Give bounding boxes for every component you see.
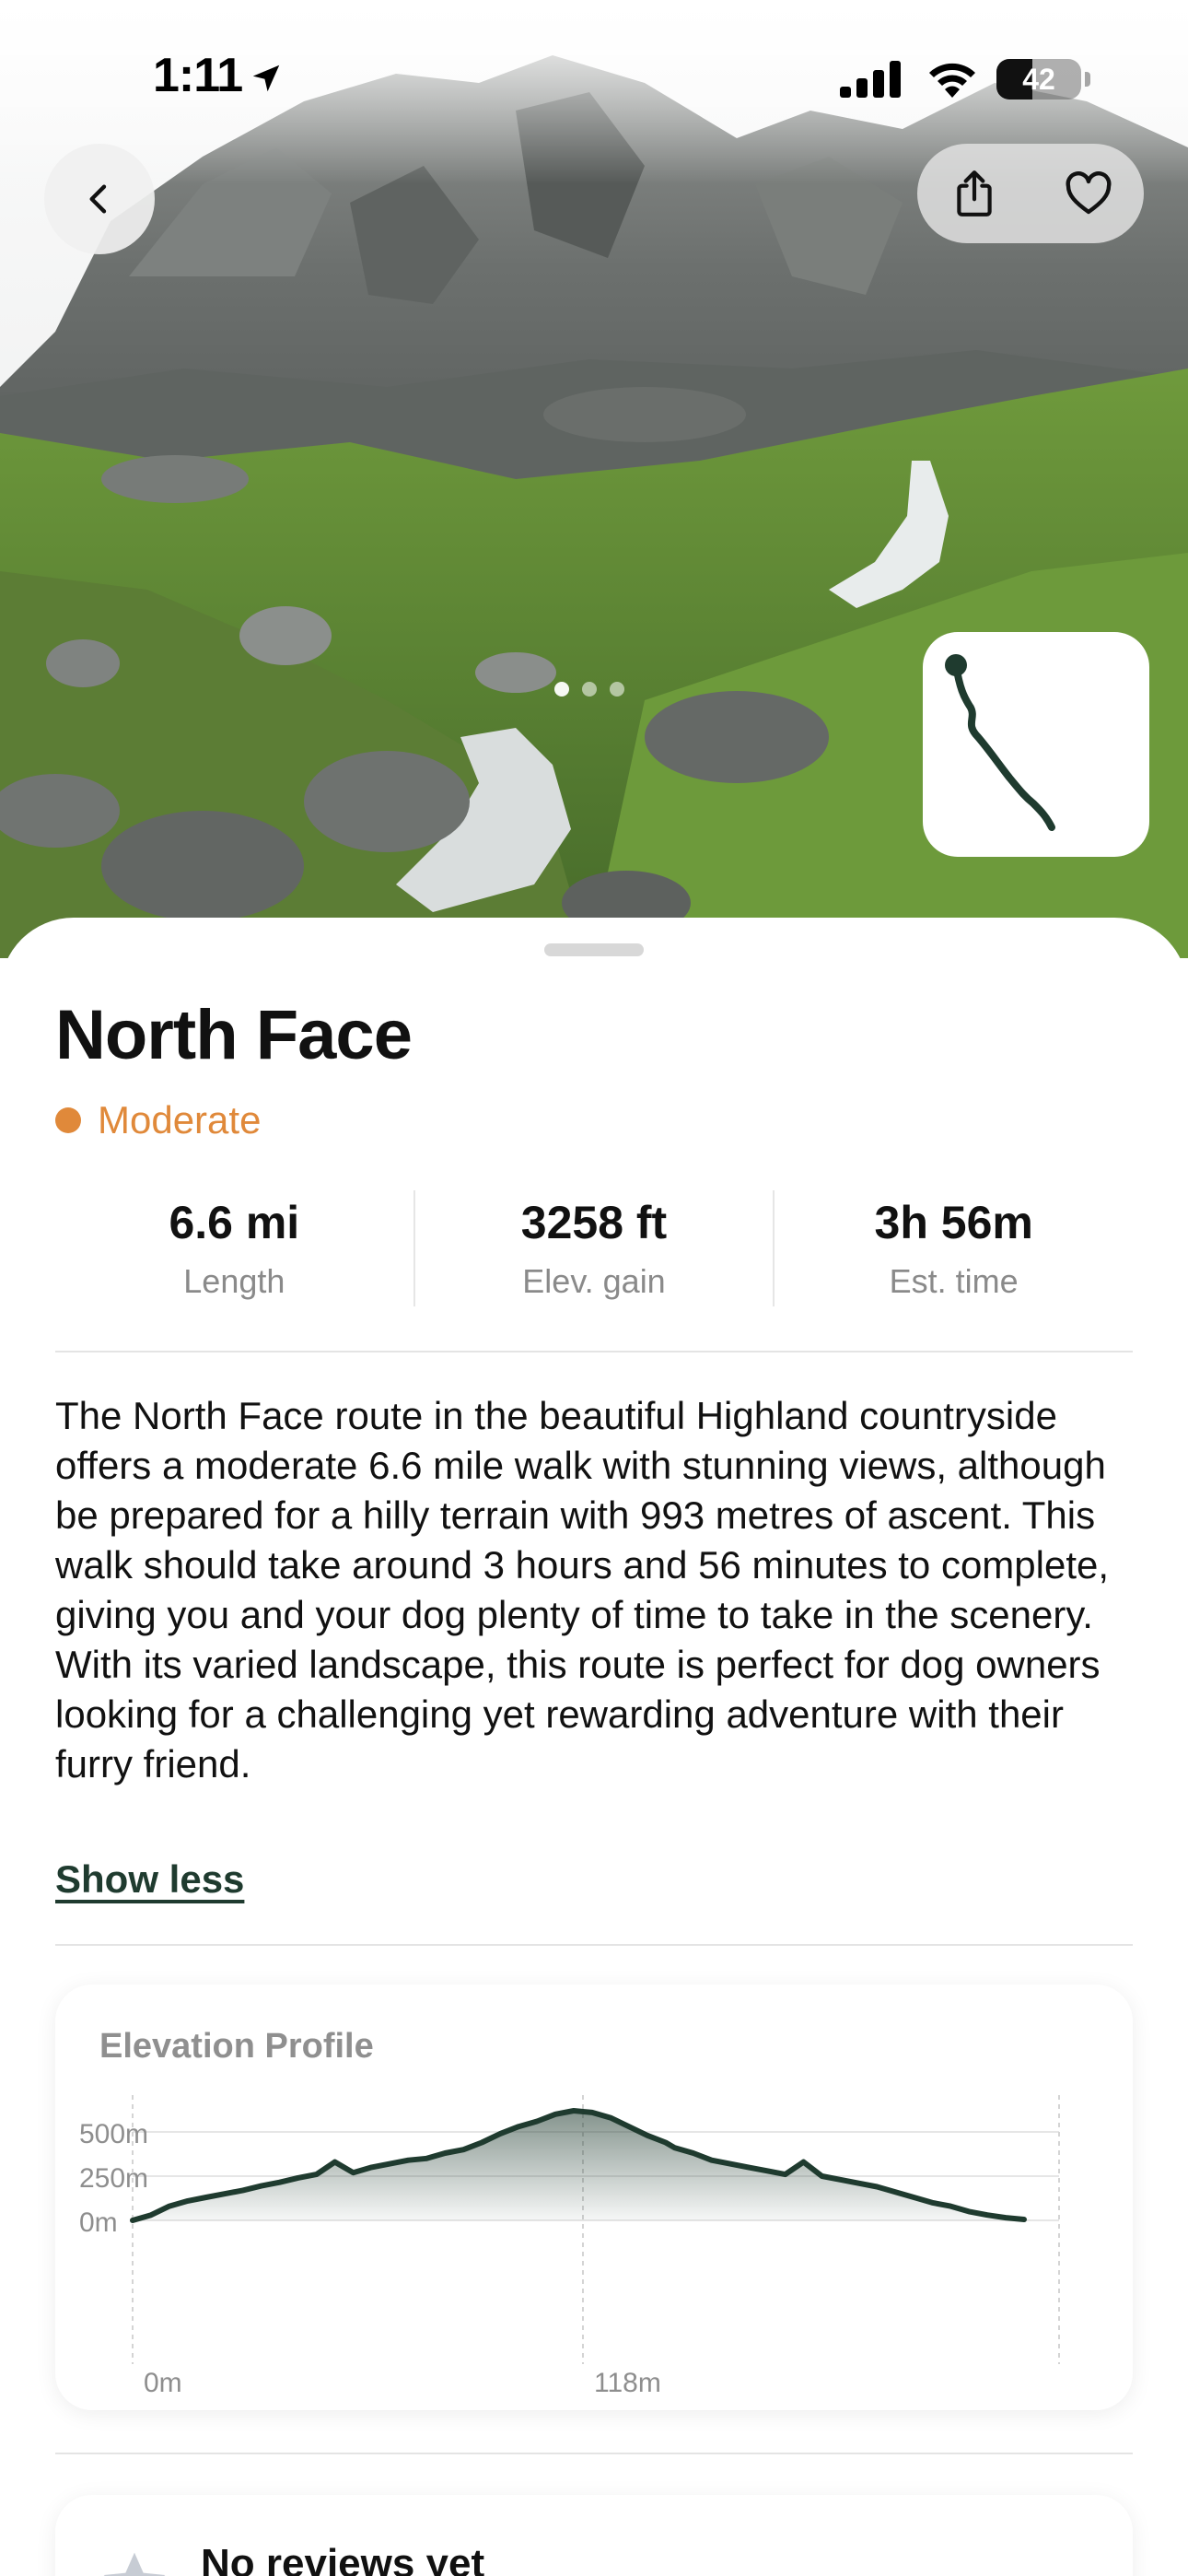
battery-level: 42 xyxy=(1022,62,1055,96)
show-less-link[interactable]: Show less xyxy=(55,1857,244,1902)
sheet-grabber[interactable] xyxy=(544,943,644,956)
wifi-icon xyxy=(929,63,975,98)
divider xyxy=(55,1351,1133,1352)
x-tick-label: 118m xyxy=(594,2368,661,2398)
stat-value: 3258 ft xyxy=(520,1197,668,1248)
divider xyxy=(55,1944,1133,1946)
stat-length: 6.6 mi Length xyxy=(55,1190,415,1306)
gallery-dot[interactable] xyxy=(554,682,569,697)
battery-icon: 42 xyxy=(996,59,1081,100)
y-tick-label: 0m xyxy=(79,2207,118,2238)
stat-label: Length xyxy=(183,1262,285,1300)
elevation-profile-card[interactable]: Elevation Profile 500m 250m 0m 0m 118m xyxy=(55,1985,1133,2410)
stat-elevation-gain: 3258 ft Elev. gain xyxy=(415,1190,775,1306)
route-title: North Face xyxy=(55,996,413,1074)
stat-label: Elev. gain xyxy=(522,1262,666,1300)
star-icon xyxy=(103,2552,166,2576)
elevation-area xyxy=(133,2111,1033,2220)
stat-value: 6.6 mi xyxy=(169,1197,300,1248)
route-description: The North Face route in the beautiful Hi… xyxy=(55,1394,1110,1786)
stat-value: 3h 56m xyxy=(874,1197,1033,1248)
cellular-signal-icon xyxy=(840,61,901,98)
gallery-dot[interactable] xyxy=(610,682,624,697)
location-arrow-icon xyxy=(252,64,280,92)
difficulty-badge: Moderate xyxy=(55,1098,261,1142)
hero-photo[interactable]: 1:11 42 xyxy=(0,0,1188,958)
battery-cap xyxy=(1085,72,1090,87)
y-tick-label: 500m xyxy=(79,2119,148,2149)
difficulty-dot xyxy=(55,1107,81,1133)
share-button[interactable] xyxy=(936,155,1013,232)
difficulty-label: Moderate xyxy=(98,1098,262,1142)
route-stats: 6.6 mi Length 3258 ft Elev. gain 3h 56m … xyxy=(55,1190,1133,1306)
chevron-left-icon xyxy=(89,184,107,214)
route-details-sheet[interactable]: North Face Moderate 6.6 mi Length 3258 f… xyxy=(0,918,1188,2576)
stat-label: Est. time xyxy=(889,1262,1019,1300)
back-button[interactable] xyxy=(44,144,155,254)
status-time: 1:11 xyxy=(153,49,243,102)
heart-icon xyxy=(1066,171,1112,215)
route-map-thumbnail[interactable] xyxy=(923,632,1149,857)
gallery-dot[interactable] xyxy=(582,682,597,697)
elevation-chart: 500m 250m 0m 0m 118m xyxy=(79,2095,1060,2398)
y-tick-label: 250m xyxy=(79,2163,148,2194)
reviews-card[interactable]: No reviews yet xyxy=(55,2495,1133,2576)
status-bar: 1:11 42 xyxy=(0,0,1188,157)
x-tick-label: 0m xyxy=(144,2368,182,2398)
gallery-page-indicator[interactable] xyxy=(554,682,624,697)
route-trace-icon xyxy=(945,654,1055,831)
share-icon xyxy=(957,170,992,217)
favorite-button[interactable] xyxy=(1050,155,1127,232)
divider xyxy=(55,2453,1133,2454)
reviews-title: No reviews yet xyxy=(201,2541,485,2576)
stat-estimated-time: 3h 56m Est. time xyxy=(775,1190,1133,1306)
